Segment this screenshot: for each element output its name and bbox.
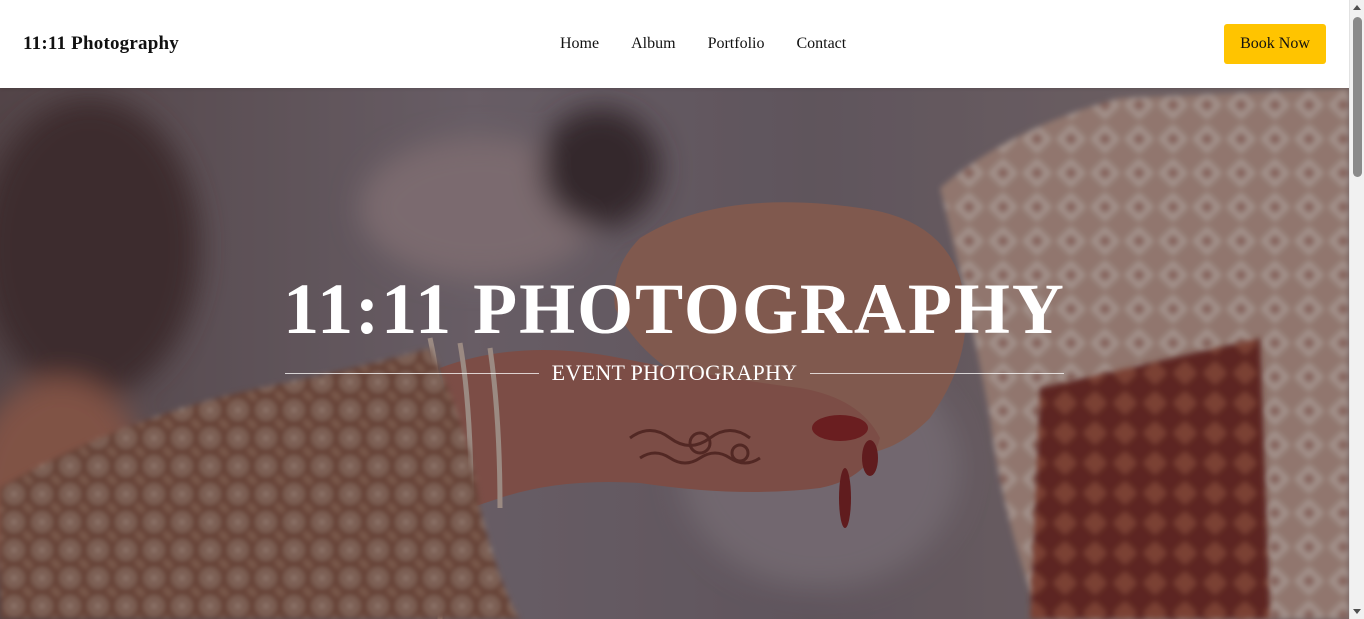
nav-album-link[interactable]: Album <box>631 35 675 53</box>
scroll-thumb[interactable] <box>1353 17 1362 177</box>
hero-subtitle: EVENT PHOTOGRAPHY <box>551 360 798 385</box>
scroll-down-arrow-icon[interactable] <box>1353 609 1361 614</box>
page: 11:11 Photography Home Album Portfolio C… <box>0 0 1349 619</box>
hero-title: 11:11 PHOTOGRAPHY <box>283 269 1066 349</box>
hero-subtitle-row: EVENT PHOTOGRAPHY <box>285 360 1065 386</box>
book-now-button[interactable]: Book Now <box>1224 24 1326 64</box>
page-scrollbar[interactable] <box>1349 0 1364 619</box>
hero-section: 11:11 PHOTOGRAPHY EVENT PHOTOGRAPHY <box>0 88 1349 619</box>
scroll-up-arrow-icon[interactable] <box>1353 5 1361 10</box>
site-header: 11:11 Photography Home Album Portfolio C… <box>0 0 1349 88</box>
nav-contact-link[interactable]: Contact <box>796 35 846 53</box>
subtitle-divider-right <box>810 372 1065 374</box>
nav-home-link[interactable]: Home <box>560 35 599 53</box>
hero-overlay <box>0 88 1349 619</box>
brand-logo[interactable]: 11:11 Photography <box>23 33 179 55</box>
subtitle-divider-left <box>285 372 539 374</box>
main-nav: Home Album Portfolio Contact <box>560 0 878 88</box>
nav-portfolio-link[interactable]: Portfolio <box>708 35 765 53</box>
